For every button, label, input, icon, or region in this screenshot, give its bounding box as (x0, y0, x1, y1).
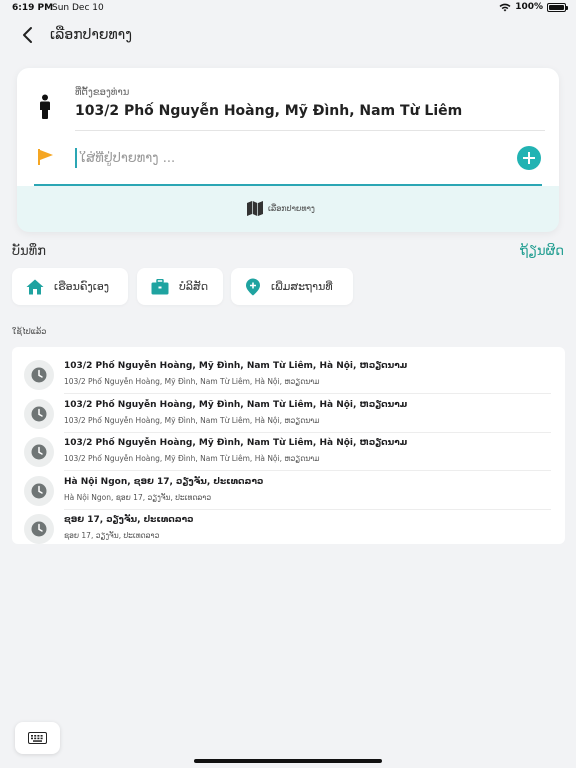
back-button[interactable] (18, 24, 38, 46)
add-destination-button[interactable] (517, 146, 541, 170)
recent-item[interactable]: 103/2 Phố Nguyễn Hoàng, Mỹ Đình, Nam Từ … (12, 389, 565, 433)
recent-item-subtitle: 103/2 Phố Nguyễn Hoàng, Mỹ Đình, Nam Từ … (64, 416, 320, 425)
recent-icon-circle (24, 360, 54, 390)
recent-item-title: 103/2 Phố Nguyễn Hoàng, Mỹ Đình, Nam Từ … (64, 400, 408, 410)
edit-saved-link[interactable]: ຖ້ຽນຜິດ (520, 244, 564, 259)
origin-address[interactable]: 103/2 Phố Nguyễn Hoàng, Mỹ Đình, Nam Từ … (75, 103, 462, 119)
recent-item-title: 103/2 Phố Nguyễn Hoàng, Mỹ Đình, Nam Từ … (64, 361, 408, 371)
clock-icon (31, 367, 47, 383)
destination-input[interactable] (75, 148, 455, 168)
route-card: ທີ່ຕັ້ງຂອງທ່ານ 103/2 Phố Nguyễn Hoàng, M… (17, 68, 559, 232)
recent-item-title: ຊອຍ 17, ວຽງຈັນ, ປະເທດລາວ (64, 515, 194, 525)
status-time: 6:19 PM (12, 3, 54, 13)
add-location-icon (246, 278, 260, 295)
recent-item[interactable]: 103/2 Phố Nguyễn Hoàng, Mỹ Đình, Nam Từ … (12, 427, 565, 471)
saved-chip-add-place[interactable]: ເພີ່ມສະຖານທີ່ (231, 268, 353, 305)
status-date: Sun Dec 10 (52, 3, 104, 13)
home-indicator[interactable] (194, 759, 382, 763)
nav-bar: ເລືອກປາຍທາງ (0, 20, 576, 50)
clock-icon (31, 406, 47, 422)
status-bar: 6:19 PM Sun Dec 10 100% (0, 0, 576, 18)
recent-section-title: ໃຊ້ໄປແລ້ວ (12, 327, 47, 336)
recent-icon-circle (24, 437, 54, 467)
origin-label: ທີ່ຕັ້ງຂອງທ່ານ (75, 87, 130, 98)
clock-icon (31, 521, 47, 537)
chip-label: ບໍລິສັດ (179, 280, 209, 293)
clock-icon (31, 483, 47, 499)
recent-list: 103/2 Phố Nguyễn Hoàng, Mỹ Đình, Nam Từ … (12, 347, 565, 544)
choose-on-map-button[interactable]: ເລືອກປາຍທາງ (247, 198, 329, 218)
recent-icon-circle (24, 399, 54, 429)
recent-icon-circle (24, 514, 54, 544)
battery-percent: 100% (515, 2, 543, 12)
recent-item-title: Hà Nội Ngon, ຊອຍ 17, ວຽງຈັນ, ປະເທດລາວ (64, 477, 264, 487)
status-right: 100% (499, 2, 568, 12)
battery-icon (547, 2, 568, 12)
divider (75, 130, 545, 131)
recent-item-subtitle: ຊອຍ 17, ວຽງຈັນ, ປະເທດລາວ (64, 531, 160, 540)
keyboard-icon (28, 732, 47, 744)
wifi-icon (499, 3, 511, 11)
recent-icon-circle (24, 476, 54, 506)
keyboard-toggle-button[interactable] (15, 722, 60, 754)
person-icon (40, 94, 50, 119)
clock-icon (31, 444, 47, 460)
briefcase-icon (151, 278, 169, 294)
input-underline (34, 184, 542, 186)
recent-item[interactable]: ຊອຍ 17, ວຽງຈັນ, ປະເທດລາວ ຊອຍ 17, ວຽງຈັນ,… (12, 504, 565, 544)
flag-icon (38, 149, 53, 165)
saved-section-title: ບັນທຶກ (12, 244, 46, 259)
chip-label: ເຮືອນຄົງເອງ (54, 280, 110, 293)
home-icon (26, 279, 44, 294)
chip-label: ເພີ່ມສະຖານທີ່ (271, 280, 333, 293)
route-inputs: ທີ່ຕັ້ງຂອງທ່ານ 103/2 Phố Nguyễn Hoàng, M… (17, 68, 559, 186)
recent-item[interactable]: Hà Nội Ngon, ຊອຍ 17, ວຽງຈັນ, ປະເທດລາວ Hà… (12, 466, 565, 510)
chevron-left-icon (23, 27, 32, 43)
saved-chip-home[interactable]: ເຮືອນຄົງເອງ (12, 268, 128, 305)
recent-item-subtitle: 103/2 Phố Nguyễn Hoàng, Mỹ Đình, Nam Từ … (64, 377, 320, 386)
map-button-label: ເລືອກປາຍທາງ (268, 203, 315, 213)
recent-item-subtitle: 103/2 Phố Nguyễn Hoàng, Mỹ Đình, Nam Từ … (64, 454, 320, 463)
saved-chip-work[interactable]: ບໍລິສັດ (137, 268, 223, 305)
recent-item-subtitle: Hà Nội Ngon, ຊອຍ 17, ວຽງຈັນ, ປະເທດລາວ (64, 493, 212, 502)
map-icon (247, 200, 263, 216)
page-title: ເລືອກປາຍທາງ (50, 27, 132, 43)
recent-item[interactable]: 103/2 Phố Nguyễn Hoàng, Mỹ Đình, Nam Từ … (12, 350, 565, 394)
recent-item-title: 103/2 Phố Nguyễn Hoàng, Mỹ Đình, Nam Từ … (64, 438, 408, 448)
